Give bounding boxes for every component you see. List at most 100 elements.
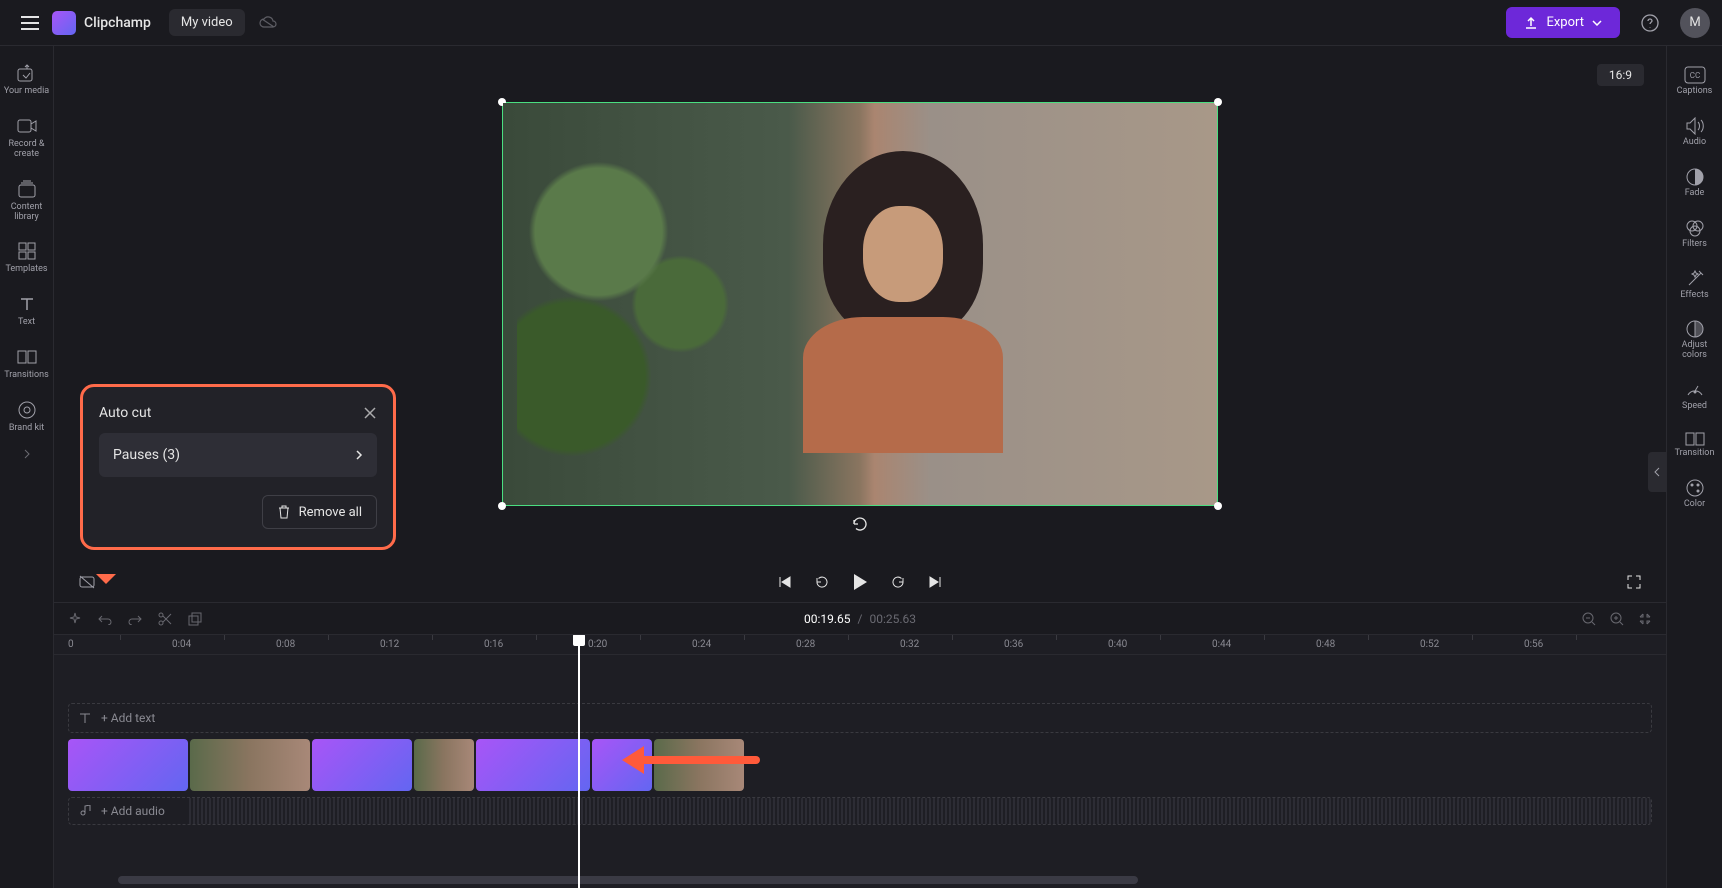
user-avatar[interactable]: M [1680,8,1710,38]
timeline-scrollbar[interactable] [118,876,1138,884]
fade-icon [1686,168,1704,186]
rail-speed[interactable]: Speed [1670,375,1720,418]
video-clip[interactable] [476,739,590,791]
aspect-ratio-button[interactable]: 16:9 [1597,64,1644,86]
sparkle-icon [68,612,82,626]
music-icon [79,805,91,817]
rail-label: Record & create [3,140,51,160]
trash-icon [277,504,291,520]
video-clip[interactable] [68,739,188,791]
right-rail: CC Captions Audio Fade Filters Effects Ad… [1666,46,1722,888]
reload-icon [851,515,869,533]
undo-button[interactable] [98,613,112,625]
right-rail-collapse-button[interactable] [1648,452,1666,492]
rail-label: Templates [5,265,47,275]
play-icon [852,573,868,591]
rail-label: Captions [1677,87,1713,97]
split-button[interactable] [158,612,172,626]
rail-effects[interactable]: Effects [1670,264,1720,307]
ruler-tick: 0:36 [1004,639,1023,650]
rail-color[interactable]: Color [1670,473,1720,516]
copy-icon [188,612,202,626]
rail-label: Brand kit [9,424,44,434]
transition-icon [1685,432,1705,446]
time-display: 00:19.65 / 00:25.63 [804,612,916,626]
rewind-button[interactable] [814,574,830,590]
ruler-tick: 0:32 [900,639,919,650]
fit-button[interactable] [1638,612,1652,626]
media-icon [17,64,37,82]
rail-audio[interactable]: Audio [1670,111,1720,154]
hide-preview-button[interactable] [78,574,96,590]
remove-all-button[interactable]: Remove all [262,495,377,529]
filters-icon [1686,219,1704,237]
video-clip[interactable] [414,739,474,791]
video-title-input[interactable]: My video [169,9,245,36]
ruler-tick: 0:28 [796,639,815,650]
skip-end-icon [928,575,942,589]
captions-icon: CC [1684,66,1706,84]
rail-fade[interactable]: Fade [1670,162,1720,205]
rail-label: Transitions [4,371,49,381]
rail-transitions[interactable]: Transitions [3,340,51,387]
zoom-in-button[interactable] [1610,612,1624,626]
rail-label: Your media [4,87,49,97]
copy-button[interactable] [188,612,202,626]
skip-end-button[interactable] [928,575,942,589]
sync-status-icon [259,16,277,30]
rail-templates[interactable]: Templates [3,234,51,281]
video-clip[interactable] [654,739,744,791]
reset-transform-button[interactable] [851,515,869,533]
rail-expand-button[interactable] [23,448,31,460]
fullscreen-button[interactable] [1626,574,1642,590]
rail-captions[interactable]: CC Captions [1670,60,1720,103]
speed-icon [1686,381,1704,399]
clipchamp-logo-icon [52,11,76,35]
rail-label: Speed [1682,402,1707,412]
brand-icon [18,401,36,419]
redo-button[interactable] [128,613,142,625]
chevron-down-icon [1592,20,1602,26]
rail-text[interactable]: Text [3,287,51,334]
rail-brand-kit[interactable]: Brand kit [3,393,51,440]
eye-off-icon [78,574,96,590]
video-clip[interactable] [190,739,310,791]
rail-filters[interactable]: Filters [1670,213,1720,256]
skip-start-icon [778,575,792,589]
zoom-in-icon [1610,612,1624,626]
help-icon [1641,14,1659,32]
audio-track-placeholder[interactable]: + Add audio [68,797,1652,825]
play-button[interactable] [852,573,868,591]
rail-your-media[interactable]: Your media [3,56,51,103]
rail-content-library[interactable]: Content library [3,172,51,229]
rewind-icon [814,574,830,590]
timeline-ruler[interactable]: 00:040:080:120:160:200:240:280:320:360:4… [54,635,1666,655]
ruler-tick: 0:48 [1316,639,1335,650]
video-clip[interactable] [312,739,412,791]
text-track-placeholder[interactable]: + Add text [68,703,1652,733]
magic-button[interactable] [68,612,82,626]
menu-button[interactable] [12,5,48,41]
brand[interactable]: Clipchamp [52,11,151,35]
rail-adjust-colors[interactable]: Adjust colors [1670,314,1720,367]
remove-all-label: Remove all [299,505,362,520]
hamburger-icon [21,16,39,30]
video-track[interactable] [68,739,1652,791]
timeline[interactable]: 00:040:080:120:160:200:240:280:320:360:4… [54,634,1666,888]
autocut-pauses-row[interactable]: Pauses (3) [99,433,377,477]
speaker-icon [1685,117,1705,135]
rail-label: Effects [1680,291,1708,301]
export-button[interactable]: Export [1506,7,1620,38]
player-controls [54,562,1666,602]
rail-record-create[interactable]: Record & create [3,109,51,166]
forward-button[interactable] [890,574,906,590]
rail-label: Fade [1685,189,1705,199]
autocut-close-button[interactable] [363,406,377,420]
skip-start-button[interactable] [778,575,792,589]
zoom-out-button[interactable] [1582,612,1596,626]
playhead[interactable] [578,635,580,888]
text-icon [19,296,35,312]
rail-transition[interactable]: Transition [1670,426,1720,465]
help-button[interactable] [1634,7,1666,39]
preview-stage[interactable] [502,102,1218,506]
